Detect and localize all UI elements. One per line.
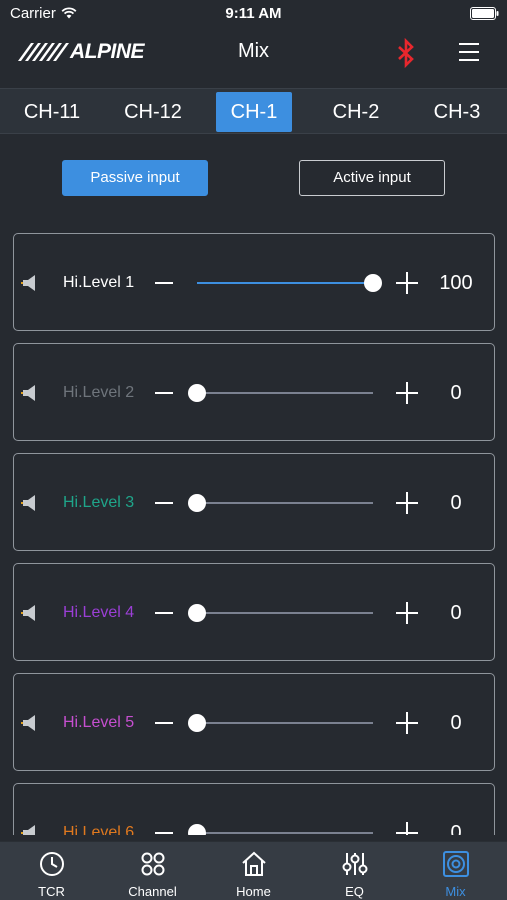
mix-icon [443, 851, 469, 877]
level-slider[interactable] [188, 714, 373, 732]
slider-thumb[interactable] [364, 274, 382, 292]
slider-thumb[interactable] [188, 824, 206, 835]
decrease-button[interactable] [153, 822, 175, 835]
level-label: Hi.Level 1 [63, 274, 135, 291]
tab-ch-2[interactable]: CH-2 [318, 92, 394, 132]
equalizer-icon [342, 853, 368, 875]
decrease-button[interactable] [153, 712, 175, 734]
speaker-icon [21, 495, 35, 511]
tab-label: TCR [38, 884, 65, 899]
tab-eq[interactable]: EQ [304, 842, 405, 900]
page-title: Mix [237, 40, 270, 62]
battery-icon [470, 7, 499, 20]
decrease-button[interactable] [153, 492, 175, 514]
tab-ch-1[interactable]: CH-1 [216, 92, 292, 132]
level-value: 0 [450, 712, 462, 734]
slider-thumb[interactable] [188, 604, 206, 622]
slider-thumb[interactable] [188, 714, 206, 732]
increase-button[interactable] [394, 600, 420, 626]
home-icon [242, 851, 266, 876]
grid-icon [141, 852, 165, 876]
tab-mix[interactable]: Mix [405, 842, 506, 900]
level-label: Hi.Level 4 [63, 604, 135, 621]
mix-row: Hi.Level 4 0 [13, 563, 495, 661]
increase-button[interactable] [394, 820, 420, 835]
speaker-icon [21, 825, 35, 835]
speaker-icon [21, 275, 35, 291]
clock-icon [40, 852, 64, 876]
level-label: Hi.Level 6 [63, 824, 135, 835]
level-label: Hi.Level 2 [63, 384, 135, 401]
nav-bar: ALPINE Mix [0, 28, 507, 80]
decrease-button[interactable] [153, 272, 175, 294]
speaker-icon [21, 385, 35, 401]
level-slider[interactable] [197, 274, 382, 292]
tab-label: Home [236, 884, 271, 899]
mix-list: Hi.Level 1 100 Hi.Level 2 0 Hi.Level 3 0… [0, 230, 507, 835]
speaker-icon [21, 715, 35, 731]
tab-home[interactable]: Home [203, 842, 304, 900]
tab-label: Mix [445, 884, 466, 899]
speaker-icon [21, 605, 35, 621]
passive-input-button[interactable]: Passive input [62, 160, 208, 196]
level-value: 0 [450, 602, 462, 624]
increase-button[interactable] [394, 270, 420, 296]
tab-label: Channel [128, 884, 177, 899]
status-bar: Carrier 9:11 AM [0, 0, 507, 28]
level-value: 100 [439, 272, 473, 294]
level-slider[interactable] [188, 384, 373, 402]
level-label: Hi.Level 5 [63, 714, 135, 731]
mix-row: Hi.Level 3 0 [13, 453, 495, 551]
tab-tcr[interactable]: TCR [1, 842, 102, 900]
level-value: 0 [450, 382, 462, 404]
mix-row: Hi.Level 6 0 [13, 783, 495, 835]
decrease-button[interactable] [153, 382, 175, 404]
tab-bar: TCR Channel Home EQ Mix [0, 841, 507, 900]
tab-ch-11[interactable]: CH-11 [14, 92, 90, 132]
increase-button[interactable] [394, 380, 420, 406]
level-value: 0 [450, 492, 462, 514]
slider-fill [197, 282, 373, 284]
tab-ch-3[interactable]: CH-3 [419, 92, 495, 132]
level-slider[interactable] [188, 824, 373, 835]
mix-row: Hi.Level 1 100 [13, 233, 495, 331]
tab-channel[interactable]: Channel [102, 842, 203, 900]
level-slider[interactable] [188, 604, 373, 622]
channel-tabs: CH-11 CH-12 CH-1 CH-2 CH-3 [0, 88, 507, 134]
tab-ch-12[interactable]: CH-12 [115, 92, 191, 132]
slider-thumb[interactable] [188, 494, 206, 512]
status-time: 9:11 AM [225, 5, 282, 22]
level-value: 0 [450, 822, 462, 835]
tab-label: EQ [345, 884, 364, 899]
menu-icon[interactable] [457, 41, 481, 63]
slider-thumb[interactable] [188, 384, 206, 402]
increase-button[interactable] [394, 490, 420, 516]
active-input-button[interactable]: Active input [299, 160, 445, 196]
decrease-button[interactable] [153, 602, 175, 624]
mix-row: Hi.Level 5 0 [13, 673, 495, 771]
level-label: Hi.Level 3 [63, 494, 135, 511]
increase-button[interactable] [394, 710, 420, 736]
mix-row: Hi.Level 2 0 [13, 343, 495, 441]
bluetooth-icon[interactable] [395, 38, 417, 68]
level-slider[interactable] [188, 494, 373, 512]
